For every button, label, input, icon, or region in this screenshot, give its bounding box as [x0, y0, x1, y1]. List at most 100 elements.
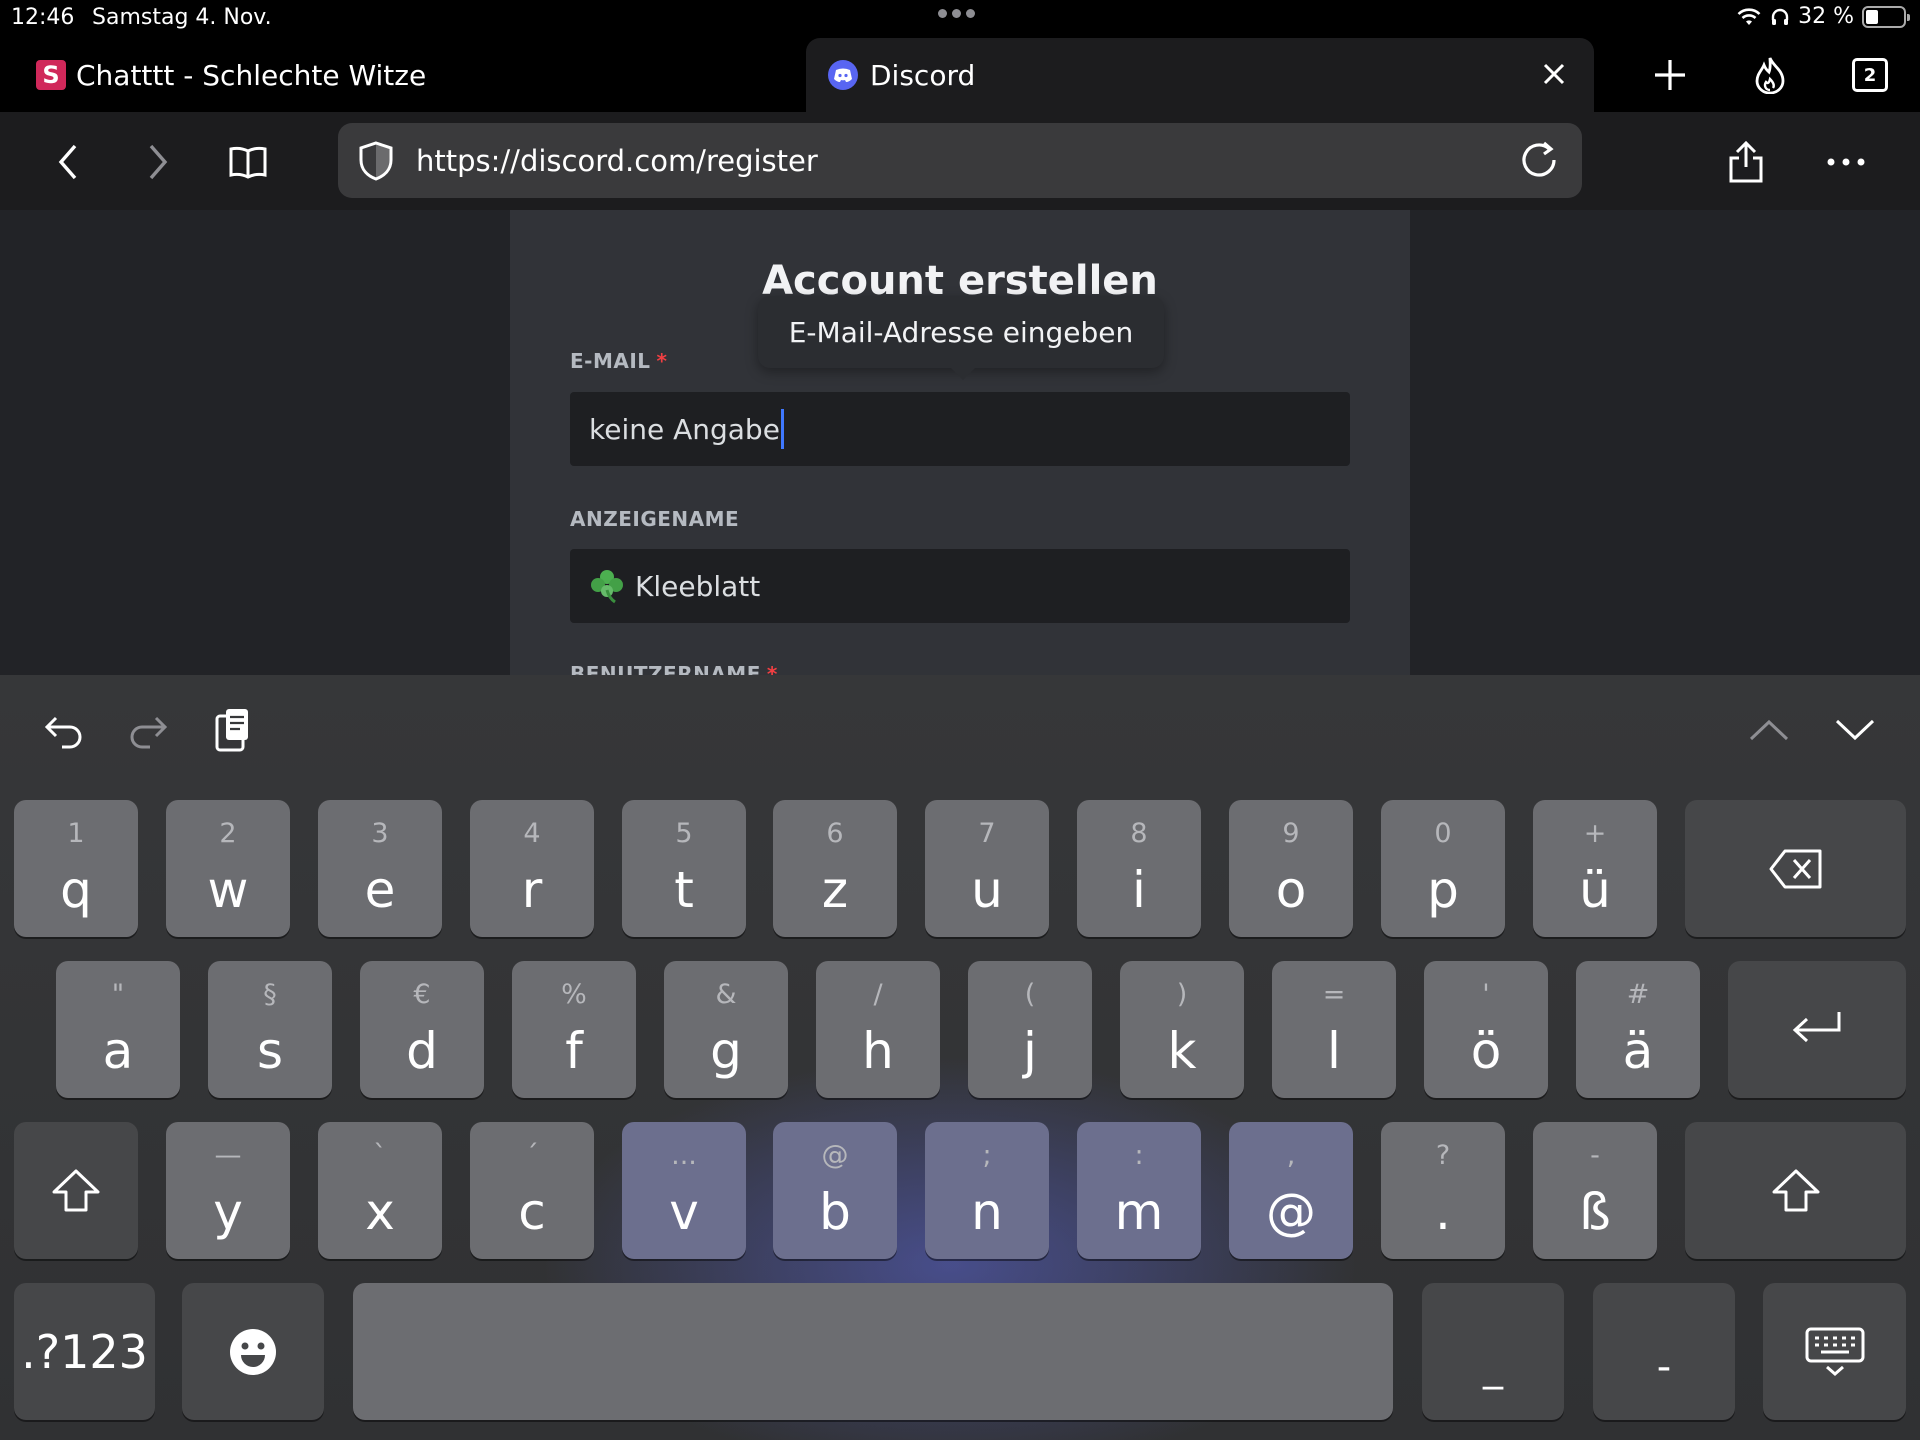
key-g[interactable]: & g: [664, 961, 788, 1098]
key-m[interactable]: :m: [1077, 1122, 1201, 1259]
key-o-umlaut[interactable]: ' ö: [1424, 961, 1548, 1098]
key-label: f: [565, 1022, 583, 1080]
new-tab-icon[interactable]: [1620, 38, 1720, 112]
reload-icon[interactable]: [1516, 137, 1562, 183]
key-at[interactable]: , @: [1229, 1122, 1353, 1259]
key-alt: 3: [371, 818, 389, 849]
key-w[interactable]: 2w: [166, 800, 290, 937]
key-alt: —: [214, 1140, 242, 1171]
key-alt: @: [821, 1140, 849, 1171]
key-i[interactable]: 8i: [1077, 800, 1201, 937]
key-s[interactable]: § s: [208, 961, 332, 1098]
flame-icon[interactable]: [1720, 38, 1820, 112]
key-j[interactable]: (j: [968, 961, 1092, 1098]
more-options-icon[interactable]: [1818, 134, 1874, 190]
key-r[interactable]: 4r: [470, 800, 594, 937]
key-label: ä: [1622, 1022, 1654, 1080]
tab-title: Chatttt - Schlechte Witze: [76, 58, 427, 92]
email-tooltip: E-Mail-Adresse eingeben: [758, 296, 1164, 380]
key-b[interactable]: @ b: [773, 1122, 897, 1259]
back-icon[interactable]: [40, 134, 96, 190]
key-t[interactable]: 5t: [622, 800, 746, 937]
close-tab-icon[interactable]: [1534, 54, 1574, 94]
display-name-field[interactable]: Kleeblatt: [570, 549, 1350, 623]
key-e[interactable]: 3e: [318, 800, 442, 937]
share-icon[interactable]: [1718, 134, 1774, 190]
dismiss-keyboard-key[interactable]: [1763, 1283, 1906, 1420]
backspace-key[interactable]: [1685, 800, 1906, 937]
key-o[interactable]: 9o: [1229, 800, 1353, 937]
key-label: h: [862, 1022, 894, 1080]
key-label: t: [674, 861, 694, 919]
key-h[interactable]: / h: [816, 961, 940, 1098]
onscreen-keyboard: 1q 2w 3e 4r 5t 6z 7u 8i 9o 0p + ü " a § s €…: [0, 675, 1920, 1440]
key-q[interactable]: 1q: [14, 800, 138, 937]
bookmarks-icon[interactable]: [220, 134, 276, 190]
key-u-umlaut[interactable]: + ü: [1533, 800, 1657, 937]
register-card: Account erstellen E-MAIL * keine Angabe A…: [510, 210, 1410, 675]
key-z[interactable]: 6z: [773, 800, 897, 937]
key-a[interactable]: " a: [56, 961, 180, 1098]
redo-icon[interactable]: [118, 700, 178, 760]
status-bar: 12:46 Samstag 4. Nov. 32 %: [0, 0, 1920, 38]
key-label: x: [365, 1183, 395, 1241]
wifi-icon: [1737, 7, 1761, 25]
underscore-key[interactable]: _: [1422, 1283, 1564, 1420]
tab-overview-button[interactable]: 2: [1820, 38, 1920, 112]
dash-key[interactable]: -: [1593, 1283, 1735, 1420]
previous-field-icon[interactable]: [1739, 700, 1799, 760]
key-label: m: [1114, 1183, 1164, 1241]
address-bar[interactable]: https://discord.com/register: [338, 123, 1582, 198]
key-alt: 6: [826, 818, 844, 849]
shift-key-right[interactable]: [1685, 1122, 1906, 1259]
key-u[interactable]: 7u: [925, 800, 1049, 937]
numbers-key[interactable]: .?123: [14, 1283, 155, 1420]
key-period[interactable]: ?.: [1381, 1122, 1505, 1259]
status-indicators: 32 %: [1736, 4, 1910, 29]
key-label: @: [1266, 1183, 1316, 1241]
key-label: z: [821, 861, 849, 919]
key-n[interactable]: ; n: [925, 1122, 1049, 1259]
key-alt: ´: [525, 1140, 539, 1171]
display-name-value: Kleeblatt: [635, 569, 761, 603]
key-alt: ?: [1435, 1140, 1451, 1171]
paste-icon[interactable]: [203, 700, 263, 760]
key-c[interactable]: ´ c: [470, 1122, 594, 1259]
tab-chatttt[interactable]: S Chatttt - Schlechte Witze: [36, 38, 796, 112]
multitasking-dots-icon[interactable]: [938, 9, 975, 18]
key-alt: 7: [978, 818, 996, 849]
key-alt: (: [1024, 979, 1036, 1010]
tab-discord[interactable]: Discord: [806, 38, 1594, 112]
next-field-icon[interactable]: [1825, 700, 1885, 760]
shift-key-left[interactable]: [14, 1122, 138, 1259]
key-label: ü: [1579, 861, 1611, 919]
key-x[interactable]: ` x: [318, 1122, 442, 1259]
space-key[interactable]: [353, 1283, 1393, 1420]
key-alt: €: [413, 979, 431, 1010]
url-text[interactable]: https://discord.com/register: [416, 144, 818, 178]
email-value: keine Angabe: [589, 412, 780, 446]
key-d[interactable]: € d: [360, 961, 484, 1098]
key-a-umlaut[interactable]: # ä: [1576, 961, 1700, 1098]
email-field[interactable]: keine Angabe: [570, 392, 1350, 466]
key-l[interactable]: = l: [1272, 961, 1396, 1098]
key-eszett[interactable]: -ß: [1533, 1122, 1657, 1259]
key-alt: #: [1626, 979, 1650, 1010]
emoji-key[interactable]: [182, 1283, 324, 1420]
key-alt: ,: [1286, 1140, 1296, 1171]
forward-icon[interactable]: [130, 134, 186, 190]
key-f[interactable]: % f: [512, 961, 636, 1098]
key-alt: ;: [982, 1140, 992, 1171]
key-p[interactable]: 0p: [1381, 800, 1505, 937]
status-date: Samstag 4. Nov.: [92, 5, 272, 30]
key-k[interactable]: ) k: [1120, 961, 1244, 1098]
username-label: BENUTZERNAME *: [570, 662, 778, 675]
undo-icon[interactable]: [34, 700, 94, 760]
key-label: .: [1435, 1183, 1451, 1241]
return-key[interactable]: [1728, 961, 1906, 1098]
shield-icon[interactable]: [354, 139, 398, 183]
key-label: p: [1427, 861, 1459, 919]
key-y[interactable]: — y: [166, 1122, 290, 1259]
key-alt: 9: [1282, 818, 1300, 849]
key-v[interactable]: ... v: [622, 1122, 746, 1259]
